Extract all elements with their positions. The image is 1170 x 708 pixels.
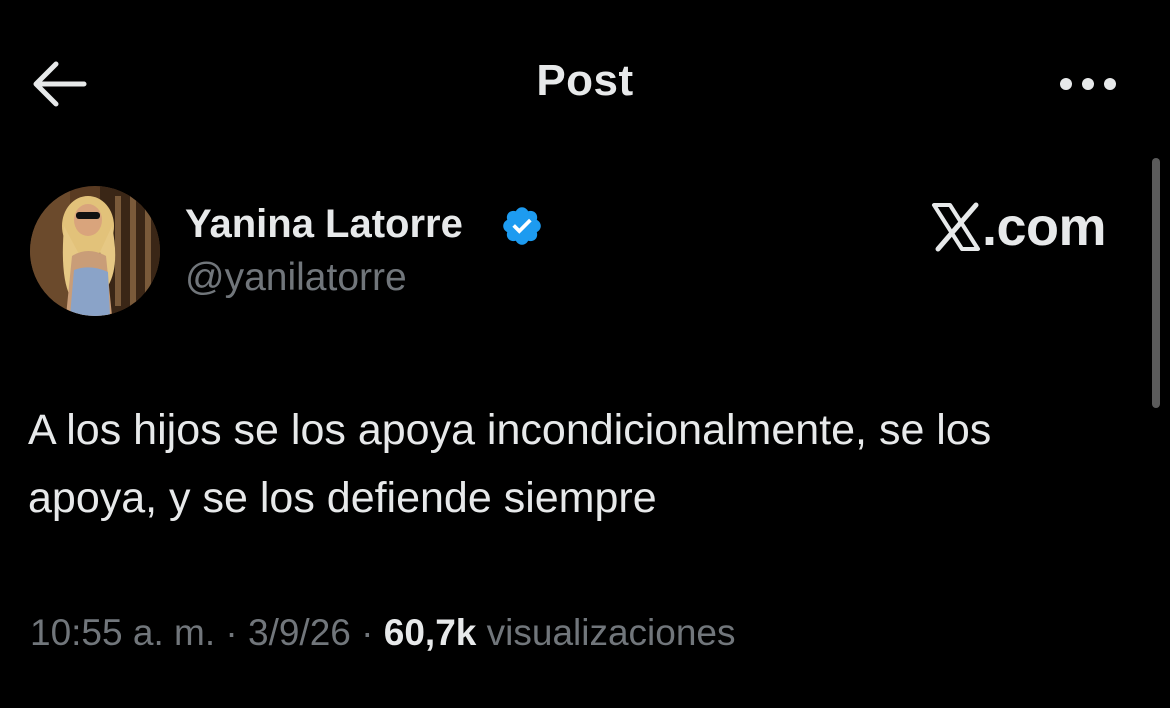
author-handle[interactable]: @yanilatorre	[185, 256, 407, 300]
avatar-image	[30, 186, 160, 316]
author-name[interactable]: Yanina Latorre	[185, 202, 463, 247]
top-bar: Post	[0, 0, 1170, 170]
post-text: A los hijos se los apoya incondicionalme…	[28, 406, 992, 522]
views-count[interactable]: 60,7k	[384, 612, 477, 653]
x-logo-icon	[932, 202, 980, 252]
avatar[interactable]	[30, 186, 160, 316]
more-options-button[interactable]	[1052, 64, 1124, 104]
page-title: Post	[536, 56, 634, 105]
meta-separator: ·	[225, 612, 238, 653]
verified-badge-icon	[500, 204, 544, 248]
scrollbar[interactable]	[1152, 158, 1160, 408]
post-time[interactable]: 10:55 a. m.	[30, 612, 215, 653]
more-horizontal-icon	[1060, 78, 1116, 90]
meta-separator: ·	[361, 612, 374, 653]
views-label[interactable]: visualizaciones	[487, 612, 736, 653]
watermark: .com	[928, 197, 1118, 257]
post-date[interactable]: 3/9/26	[248, 612, 351, 653]
post-meta: 10:55 a. m. · 3/9/26 · 60,7k visualizaci…	[30, 612, 736, 654]
watermark-text: .com	[982, 197, 1107, 257]
